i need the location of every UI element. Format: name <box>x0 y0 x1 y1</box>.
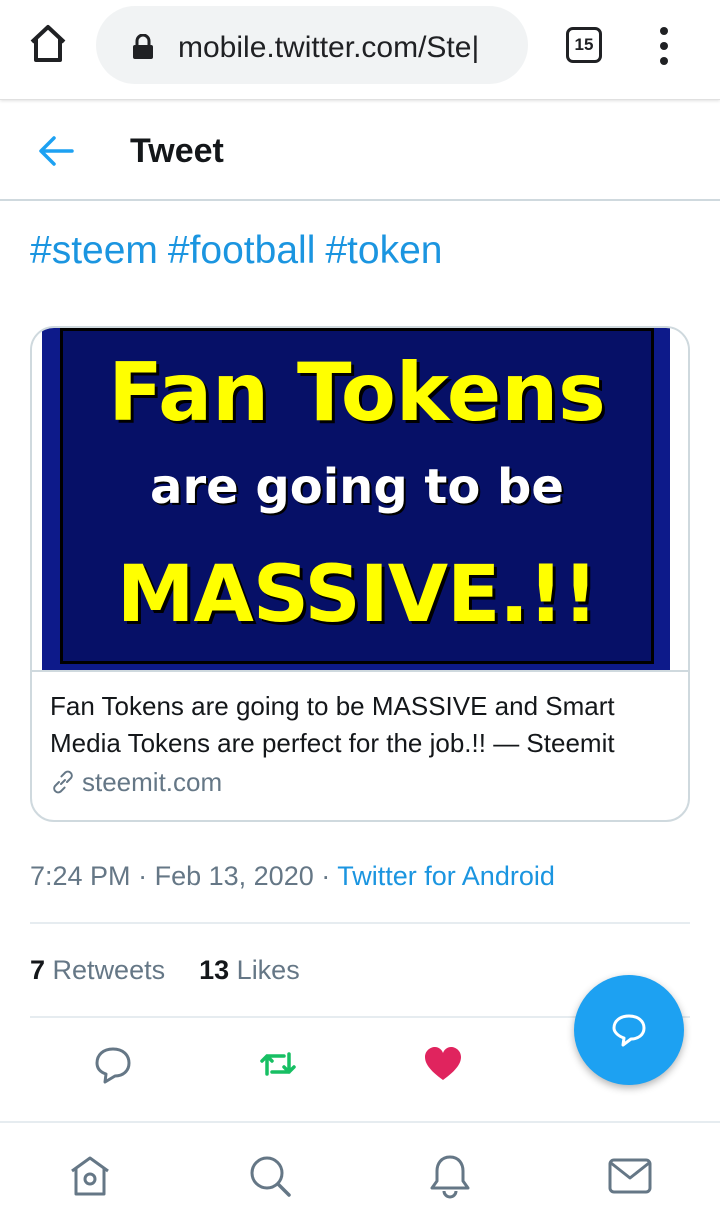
retweets-stat[interactable]: 7 Retweets <box>30 955 165 985</box>
like-heart-icon[interactable] <box>423 1044 463 1084</box>
card-text: Fan Tokens are going to be MASSIVE and S… <box>50 688 674 800</box>
tweet-source-link[interactable]: Twitter for Android <box>337 861 555 891</box>
hashtag-link[interactable]: #steem <box>30 229 158 272</box>
page-header: Tweet <box>0 101 720 201</box>
reply-icon[interactable] <box>93 1044 133 1084</box>
card-image[interactable]: Fan Tokens are going to be MASSIVE.!! <box>32 328 688 672</box>
retweets-label: Retweets <box>52 955 166 985</box>
page-title: Tweet <box>130 132 224 170</box>
bottom-navigation <box>0 1121 720 1221</box>
tweet-stats: 7 Retweets 13 Likes <box>30 950 300 990</box>
card-title: Fan Tokens are going to be MASSIVE and S… <box>50 691 615 758</box>
tab-switcher-button[interactable]: 15 <box>566 27 602 63</box>
home-icon[interactable] <box>67 1153 113 1199</box>
banner-emphasis: MASSIVE.!! <box>116 550 598 640</box>
lock-icon <box>133 34 153 59</box>
banner-headline: Fan Tokens <box>108 346 606 439</box>
browser-toolbar: mobile.twitter.com/Ste| 15 <box>0 0 720 100</box>
tweet-meta: 7:24 PM · Feb 13, 2020 · Twitter for And… <box>30 856 555 896</box>
notifications-bell-icon[interactable] <box>427 1153 473 1199</box>
likes-label: Likes <box>236 955 300 985</box>
search-icon[interactable] <box>247 1153 293 1199</box>
tweet-date: Feb 13, 2020 <box>154 861 314 891</box>
menu-dots-icon[interactable] <box>654 26 674 66</box>
hashtag-link[interactable]: #token <box>325 229 442 272</box>
link-preview-card[interactable]: Fan Tokens are going to be MASSIVE.!! Fa… <box>30 326 690 822</box>
compose-button[interactable] <box>574 975 684 1085</box>
messages-mail-icon[interactable] <box>607 1153 653 1199</box>
retweets-count: 7 <box>30 955 46 985</box>
banner-subline: are going to be <box>150 459 564 515</box>
meta-separator: · <box>138 861 148 891</box>
divider <box>30 922 690 924</box>
back-arrow-icon[interactable] <box>36 133 76 169</box>
compose-icon <box>612 1014 646 1047</box>
likes-count: 13 <box>199 955 230 985</box>
hashtag-link[interactable]: #football <box>168 229 315 272</box>
url-text[interactable]: mobile.twitter.com/Ste| <box>178 28 508 68</box>
banner-image: Fan Tokens are going to be MASSIVE.!! <box>42 328 670 670</box>
tweet-time: 7:24 PM <box>30 861 131 891</box>
link-icon <box>53 770 73 794</box>
likes-stat[interactable]: 13 Likes <box>199 955 300 985</box>
tweet-text: #steem #football #token <box>30 226 452 276</box>
home-icon[interactable] <box>26 22 70 66</box>
card-domain-text: steemit.com <box>82 767 223 797</box>
address-bar[interactable]: mobile.twitter.com/Ste| <box>96 6 528 84</box>
meta-separator: · <box>321 861 331 891</box>
retweet-icon[interactable] <box>258 1044 298 1084</box>
card-domain: steemit.com <box>50 764 674 800</box>
